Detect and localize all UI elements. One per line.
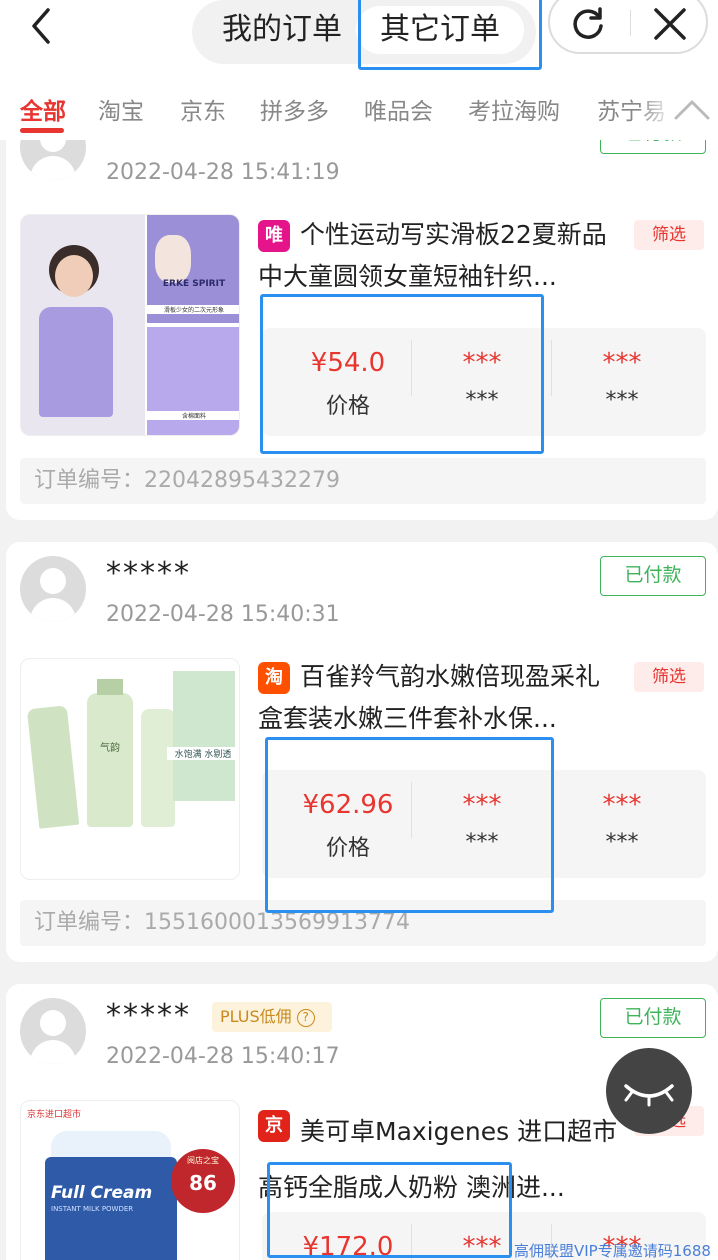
filter-button[interactable]: 筛选 <box>634 220 704 250</box>
thumb-badge-text: 阅店之宝 <box>187 1156 219 1165</box>
thumb-badge-price: 86 <box>189 1171 217 1195</box>
status-badge: 已付款 <box>600 998 706 1038</box>
buyer-nickname: ***** <box>106 998 191 1033</box>
tab-taobao[interactable]: 淘宝 <box>98 92 144 126</box>
thumb-product-text: Full Cream <box>51 1183 153 1203</box>
thumb-caption: 滑板少女的二次元形象 <box>147 305 239 314</box>
watermark: 高佣联盟VIP专属邀请码1688 <box>514 1242 711 1260</box>
masked-value: *** <box>602 790 642 820</box>
avatar <box>20 998 86 1064</box>
eye-closed-icon <box>624 1084 674 1107</box>
pill-divider <box>630 10 631 36</box>
active-tab-indicator <box>20 128 64 133</box>
rebate-column: *** *** <box>552 770 692 878</box>
tab-vip[interactable]: 唯品会 <box>364 92 433 126</box>
product-image[interactable]: 京东进口超市 Full Cream INSTANT MILK POWDER 阅店… <box>20 1100 240 1260</box>
order-time: 2022-04-28 15:40:17 <box>106 1044 340 1069</box>
masked-label: *** <box>605 388 639 413</box>
thumb-caption: 水饱满 水剔透 <box>167 747 239 760</box>
tab-pinduoduo[interactable]: 拼多多 <box>260 92 329 126</box>
tab-all[interactable]: 全部 <box>20 92 66 126</box>
hide-amount-button[interactable] <box>606 1048 692 1134</box>
tab-jd[interactable]: 京东 <box>180 92 226 126</box>
filter-button[interactable]: 筛选 <box>634 662 704 692</box>
buyer-nickname: ***** <box>106 556 191 591</box>
thumb-brand-text: ERKE SPIRIT <box>162 279 226 289</box>
tab-my-orders[interactable]: 我的订单 <box>212 6 352 54</box>
masked-value: *** <box>602 348 642 378</box>
close-icon[interactable] <box>650 4 690 44</box>
thumb-brand-text: 气韵 <box>100 743 120 754</box>
help-icon[interactable]: ? <box>296 1008 315 1027</box>
status-badge: 已付款 <box>600 556 706 596</box>
highlight-box <box>265 737 554 913</box>
top-bar: 我的订单 其它订单 全部 淘宝 京东 拼多多 唯品会 考拉海购 苏宁易 <box>0 0 718 140</box>
order-time: 2022-04-28 15:40:31 <box>106 602 340 627</box>
avatar <box>20 556 86 622</box>
order-number: 订单编号：22042895432279 <box>20 458 706 504</box>
platform-tabs: 全部 淘宝 京东 拼多多 唯品会 考拉海购 苏宁易 <box>0 84 718 134</box>
highlight-box <box>260 294 544 454</box>
product-title[interactable]: 百雀羚气韵水嫩倍现盈采礼盒套装水嫩三件套补水保... <box>258 656 624 740</box>
highlight-box <box>267 1162 512 1258</box>
tab-kaola[interactable]: 考拉海购 <box>468 92 560 126</box>
product-image[interactable]: 气韵 水饱满 水剔透 <box>20 658 240 880</box>
product-image[interactable]: ERKE SPIRIT 滑板少女的二次元形象 含棉面料 <box>20 214 240 436</box>
plus-low-commission-badge[interactable]: PLUS低佣 ? <box>212 1002 332 1032</box>
product-title[interactable]: 个性运动写实滑板22夏新品中大童圆领女童短袖针织... <box>258 214 624 298</box>
chevron-up-icon[interactable] <box>672 90 712 130</box>
order-time: 2022-04-28 15:41:19 <box>106 160 340 185</box>
rebate-column: *** *** <box>552 328 692 436</box>
thumb-fabric-text: 含棉面料 <box>147 411 239 420</box>
back-arrow-icon[interactable] <box>22 6 62 46</box>
thumb-product-subtext: INSTANT MILK POWDER <box>51 1205 134 1213</box>
thumb-store-text: 京东进口超市 <box>27 1110 82 1120</box>
masked-label: *** <box>605 830 639 855</box>
highlight-box <box>358 0 542 70</box>
action-pill <box>548 0 708 54</box>
refresh-icon[interactable] <box>568 4 608 44</box>
